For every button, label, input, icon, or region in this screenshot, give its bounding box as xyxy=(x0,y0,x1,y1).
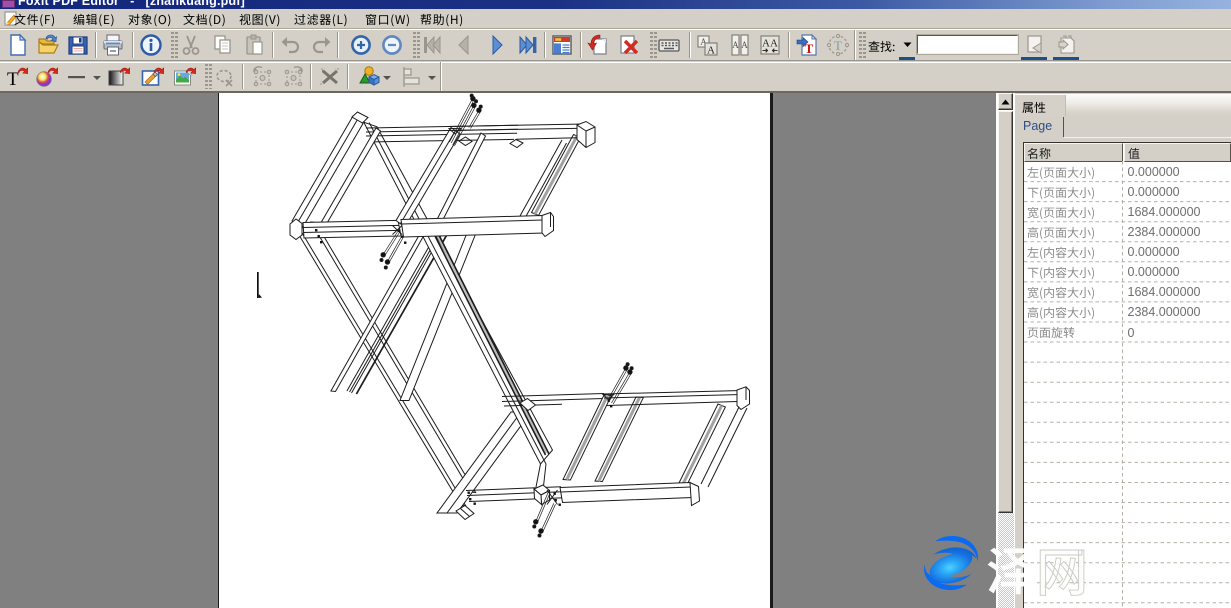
svg-text:A: A xyxy=(732,40,739,50)
svg-text:T: T xyxy=(7,69,19,88)
svg-text:A: A xyxy=(741,40,748,50)
svg-text:A: A xyxy=(707,45,715,57)
svg-text:T: T xyxy=(805,41,814,56)
svg-text:T: T xyxy=(834,38,842,53)
svg-text:AA: AA xyxy=(762,38,778,50)
